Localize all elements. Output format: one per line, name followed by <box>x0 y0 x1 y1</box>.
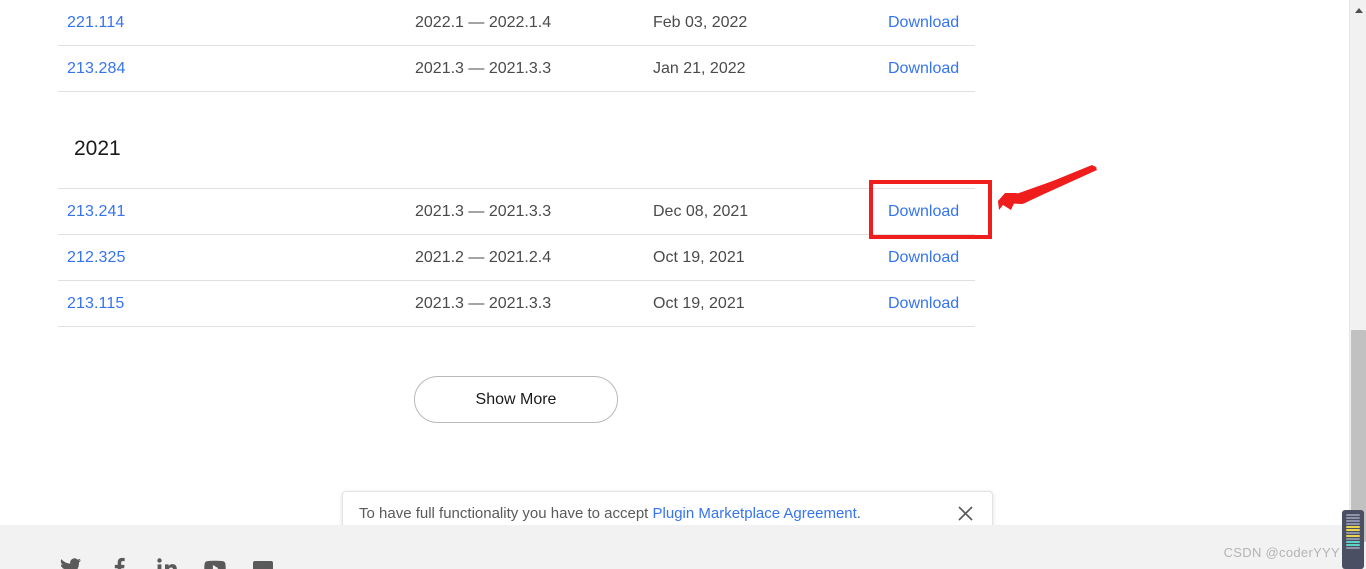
release-date: Oct 19, 2021 <box>653 294 745 312</box>
table-row[interactable]: 213.241 2021.3 — 2021.3.3 Dec 08, 2021 D… <box>58 189 975 235</box>
release-date: Feb 03, 2022 <box>653 13 748 31</box>
notification-text: To have full functionality you have to a… <box>359 505 946 522</box>
download-link-highlighted[interactable]: Download <box>888 203 959 221</box>
watermark-text: CSDN @coderYYY <box>1223 545 1340 560</box>
version-link[interactable]: 212.325 <box>67 249 126 267</box>
compatibility-range: 2021.3 — 2021.3.3 <box>415 59 552 77</box>
facebook-icon[interactable] <box>108 556 130 569</box>
compatibility-range: 2022.1 — 2022.1.4 <box>415 13 552 31</box>
version-link[interactable]: 213.115 <box>67 295 124 313</box>
release-date: Oct 19, 2021 <box>653 248 745 266</box>
close-icon[interactable] <box>952 501 978 527</box>
download-link[interactable]: Download <box>888 295 959 313</box>
year-group-heading: 2021 <box>74 137 121 160</box>
version-table-2021: 213.241 2021.3 — 2021.3.3 Dec 08, 2021 D… <box>58 188 975 327</box>
compatibility-range: 2021.3 — 2021.3.3 <box>415 202 552 220</box>
notification-text-before: To have full functionality you have to a… <box>359 505 653 522</box>
notification-text-after: . <box>856 505 861 522</box>
compatibility-range: 2021.3 — 2021.3.3 <box>415 294 552 312</box>
show-more-button[interactable]: Show More <box>414 376 618 423</box>
plugin-marketplace-agreement-link[interactable]: Plugin Marketplace Agreement <box>653 505 857 522</box>
compatibility-range: 2021.2 — 2021.2.4 <box>415 248 552 266</box>
version-link[interactable]: 221.114 <box>67 14 124 32</box>
twitter-icon[interactable] <box>60 556 82 569</box>
table-row[interactable]: 212.325 2021.2 — 2021.2.4 Oct 19, 2021 D… <box>58 235 975 281</box>
overlay-widget <box>1342 510 1364 569</box>
version-link[interactable]: 213.284 <box>67 60 126 78</box>
scroll-up-arrow-icon[interactable] <box>1350 2 1366 19</box>
version-table-upper: 213.341 2021.3 — 2021.3.3 Mar 17, 2022 D… <box>58 0 975 92</box>
footer-social-icons <box>60 556 300 569</box>
release-date: Jan 21, 2022 <box>653 59 746 77</box>
linkedin-icon[interactable] <box>156 556 178 569</box>
version-link[interactable]: 213.241 <box>67 203 126 221</box>
annotation-arrow-icon <box>998 165 1097 210</box>
release-date: Dec 08, 2021 <box>653 202 749 220</box>
rss-icon[interactable] <box>252 556 274 569</box>
table-row[interactable]: 213.115 2021.3 — 2021.3.3 Oct 19, 2021 D… <box>58 281 975 327</box>
page-root: 213.341 2021.3 — 2021.3.3 Mar 17, 2022 D… <box>0 0 1366 569</box>
table-row[interactable]: 213.284 2021.3 — 2021.3.3 Jan 21, 2022 D… <box>58 46 975 92</box>
page-scrollbar[interactable] <box>1349 0 1366 569</box>
download-link[interactable]: Download <box>888 60 959 78</box>
download-link[interactable]: Download <box>888 249 959 267</box>
table-row[interactable]: 221.114 2022.1 — 2022.1.4 Feb 03, 2022 D… <box>58 0 975 46</box>
youtube-icon[interactable] <box>204 556 226 569</box>
download-link[interactable]: Download <box>888 14 959 32</box>
